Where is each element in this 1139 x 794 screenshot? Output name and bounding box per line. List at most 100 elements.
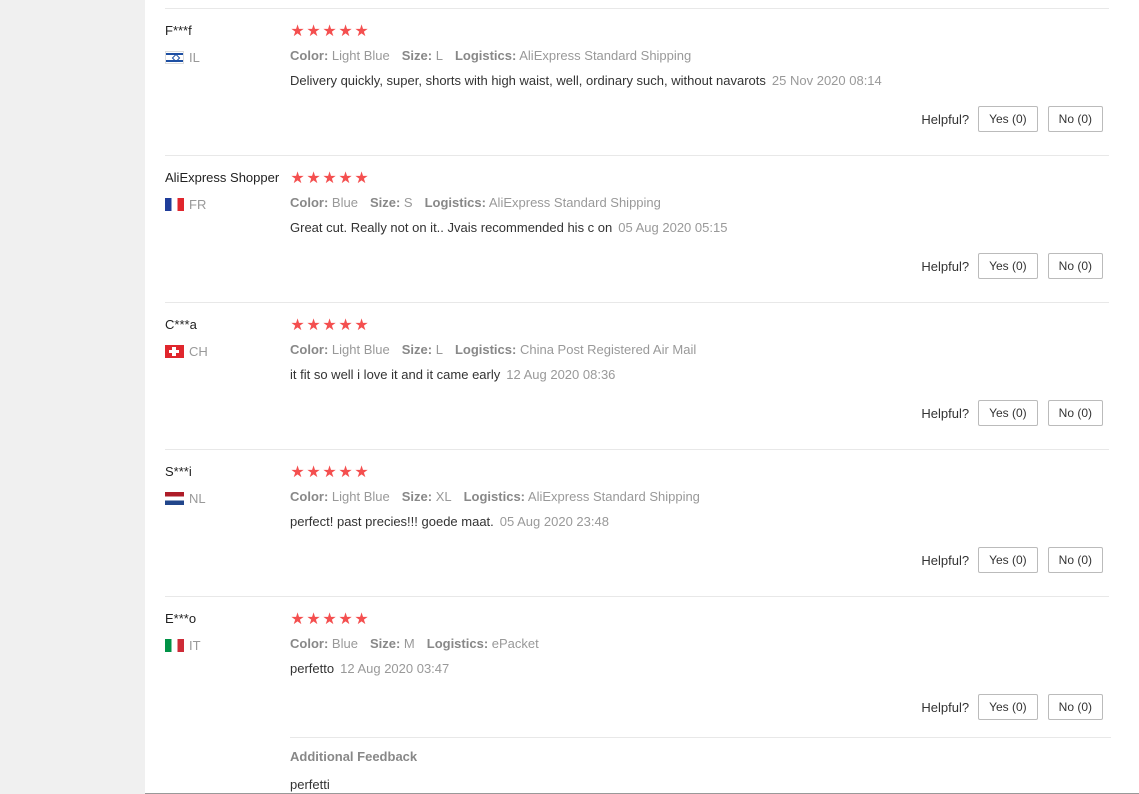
country-code: NL bbox=[189, 490, 206, 506]
product-attributes: Color: Light Blue Size: L Logistics: China… bbox=[290, 342, 708, 357]
color-value: Blue bbox=[331, 195, 358, 210]
logistics-value: China Post Registered Air Mail bbox=[519, 342, 697, 357]
helpful-controls: Helpful? Yes (0) No (0) bbox=[921, 547, 1103, 573]
country-flag-icon bbox=[165, 344, 184, 358]
review-text: Great cut. Really not on it.. Jvais reco… bbox=[290, 220, 613, 235]
star-icon: ★ bbox=[290, 23, 305, 40]
product-attributes: Color: Light Blue Size: L Logistics: AliEx… bbox=[290, 48, 703, 63]
logistics-key: Logistics: bbox=[424, 195, 486, 210]
review-text: Delivery quickly, super, shorts with hig… bbox=[290, 73, 766, 88]
reviewer-name: E***o bbox=[165, 611, 197, 626]
star-rating: ★ ★ ★ ★ ★ bbox=[290, 317, 369, 335]
logistics-value: AliExpress Standard Shipping bbox=[519, 48, 692, 63]
logistics-value: AliExpress Standard Shipping bbox=[527, 489, 700, 504]
star-icon: ★ bbox=[306, 464, 321, 481]
logistics-value: AliExpress Standard Shipping bbox=[488, 195, 661, 210]
review-item: E***o IT ★ ★ ★ ★ ★ Color: Blue Size: M Logistics:… bbox=[145, 597, 1139, 744]
product-attributes: Color: Light Blue Size: XL Logistics: AliE… bbox=[290, 489, 712, 504]
size-key: Size: bbox=[401, 489, 433, 504]
review-item: AliExpress Shopper FR ★ ★ ★ ★ ★ Color: Blue Size… bbox=[145, 156, 1139, 303]
color-value: Light Blue bbox=[331, 342, 390, 357]
country-code: IT bbox=[189, 637, 201, 653]
helpful-no-button[interactable]: No (0) bbox=[1047, 400, 1103, 426]
reviewer-name: S***i bbox=[165, 464, 192, 479]
star-icon: ★ bbox=[354, 170, 369, 187]
country-flag-icon bbox=[165, 197, 184, 211]
review-item: F***f IL ★ ★ ★ ★ ★ Color: Light Blue Size: L Logi… bbox=[145, 9, 1139, 156]
color-key: Color: bbox=[290, 636, 329, 651]
size-value: L bbox=[435, 342, 443, 357]
review-comment: perfect! past precies!!! goede maat. 05 A… bbox=[290, 514, 609, 529]
review-item: S***i NL ★ ★ ★ ★ ★ Color: Light Blue Size: XL Log… bbox=[145, 450, 1139, 597]
review-date: 05 Aug 2020 23:48 bbox=[499, 514, 609, 529]
star-icon: ★ bbox=[306, 317, 321, 334]
logistics-key: Logistics: bbox=[463, 489, 526, 504]
reviewer-country: NL bbox=[165, 490, 206, 506]
review-text: perfect! past precies!!! goede maat. bbox=[290, 514, 494, 529]
star-rating: ★ ★ ★ ★ ★ bbox=[290, 611, 369, 629]
product-attributes: Color: Blue Size: S Logistics: AliExpress … bbox=[290, 195, 673, 210]
color-key: Color: bbox=[290, 195, 329, 210]
helpful-no-button[interactable]: No (0) bbox=[1047, 694, 1103, 720]
country-code: FR bbox=[189, 196, 207, 212]
size-key: Size: bbox=[401, 48, 433, 63]
logistics-value: ePacket bbox=[491, 636, 539, 651]
star-rating: ★ ★ ★ ★ ★ bbox=[290, 23, 369, 41]
star-icon: ★ bbox=[290, 611, 305, 628]
reviews-panel: F***f IL ★ ★ ★ ★ ★ Color: Light Blue Size: L Logi… bbox=[145, 0, 1139, 794]
helpful-yes-button[interactable]: Yes (0) bbox=[978, 253, 1038, 279]
country-flag-icon bbox=[165, 638, 184, 652]
star-icon: ★ bbox=[338, 464, 353, 481]
helpful-controls: Helpful? Yes (0) No (0) bbox=[921, 694, 1103, 720]
review-text: it fit so well i love it and it came ear… bbox=[290, 367, 501, 382]
country-flag-icon bbox=[165, 50, 184, 64]
helpful-controls: Helpful? Yes (0) No (0) bbox=[921, 253, 1103, 279]
helpful-label: Helpful? bbox=[921, 405, 970, 421]
star-icon: ★ bbox=[306, 23, 321, 40]
star-icon: ★ bbox=[354, 317, 369, 334]
star-icon: ★ bbox=[338, 23, 353, 40]
size-key: Size: bbox=[401, 342, 433, 357]
helpful-controls: Helpful? Yes (0) No (0) bbox=[921, 400, 1103, 426]
helpful-yes-button[interactable]: Yes (0) bbox=[978, 400, 1038, 426]
star-icon: ★ bbox=[354, 464, 369, 481]
country-code: IL bbox=[189, 49, 200, 65]
helpful-no-button[interactable]: No (0) bbox=[1047, 253, 1103, 279]
helpful-yes-button[interactable]: Yes (0) bbox=[978, 694, 1038, 720]
star-icon: ★ bbox=[322, 170, 337, 187]
size-value: L bbox=[435, 48, 443, 63]
star-icon: ★ bbox=[354, 23, 369, 40]
helpful-label: Helpful? bbox=[921, 699, 970, 715]
helpful-no-button[interactable]: No (0) bbox=[1047, 547, 1103, 573]
reviewer-country: FR bbox=[165, 196, 206, 212]
review-comment: it fit so well i love it and it came ear… bbox=[290, 367, 615, 382]
star-icon: ★ bbox=[306, 170, 321, 187]
color-key: Color: bbox=[290, 489, 329, 504]
helpful-yes-button[interactable]: Yes (0) bbox=[978, 547, 1038, 573]
review-comment: Delivery quickly, super, shorts with hig… bbox=[290, 73, 882, 88]
star-icon: ★ bbox=[322, 23, 337, 40]
star-icon: ★ bbox=[290, 170, 305, 187]
review-comment: Great cut. Really not on it.. Jvais reco… bbox=[290, 220, 727, 235]
review-text: perfetto bbox=[290, 661, 335, 676]
size-key: Size: bbox=[369, 195, 401, 210]
helpful-controls: Helpful? Yes (0) No (0) bbox=[921, 106, 1103, 132]
color-value: Blue bbox=[331, 636, 358, 651]
star-rating: ★ ★ ★ ★ ★ bbox=[290, 464, 369, 482]
review-item: C***a CH ★ ★ ★ ★ ★ Color: Light Blue Size: L Logi… bbox=[145, 303, 1139, 450]
helpful-label: Helpful? bbox=[921, 111, 970, 127]
star-icon: ★ bbox=[290, 317, 305, 334]
logistics-key: Logistics: bbox=[454, 48, 517, 63]
review-date: 25 Nov 2020 08:14 bbox=[771, 73, 882, 88]
helpful-label: Helpful? bbox=[921, 258, 970, 274]
helpful-yes-button[interactable]: Yes (0) bbox=[978, 106, 1038, 132]
review-date: 12 Aug 2020 08:36 bbox=[506, 367, 616, 382]
logistics-key: Logistics: bbox=[454, 342, 517, 357]
star-icon: ★ bbox=[322, 611, 337, 628]
star-icon: ★ bbox=[306, 611, 321, 628]
helpful-no-button[interactable]: No (0) bbox=[1047, 106, 1103, 132]
size-value: S bbox=[403, 195, 413, 210]
reviewer-country: CH bbox=[165, 343, 208, 359]
review-comment: perfetto 12 Aug 2020 03:47 bbox=[290, 661, 449, 676]
logistics-key: Logistics: bbox=[426, 636, 489, 651]
